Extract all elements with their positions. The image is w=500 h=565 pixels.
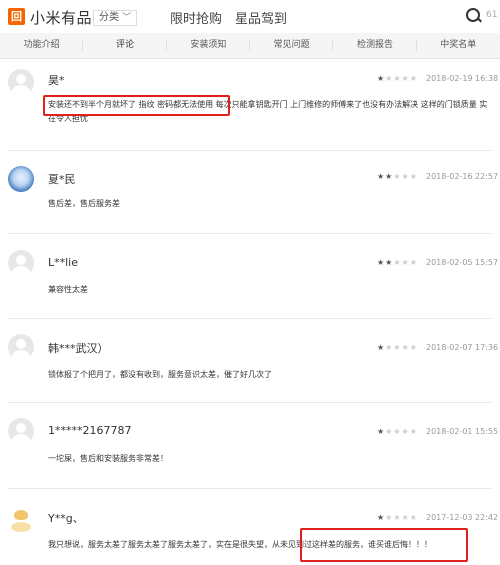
review-text: 兼容性太差 [48,285,88,294]
rating-stars: ★★★★★ [377,343,418,352]
tab-faq[interactable]: 常见问题 [250,33,334,58]
tab-bar: 功能介绍 评论 安装须知 常见问题 检测报告 中奖名单 [0,33,500,59]
search-icon[interactable] [466,8,480,22]
star-empty-icon: ★ [401,74,410,83]
avatar [8,506,34,532]
star-empty-icon: ★ [409,172,418,181]
highlight-box [43,95,230,116]
star-filled-icon: ★ [377,513,386,522]
review-username: Y**g、 [48,512,84,525]
star-empty-icon: ★ [401,258,410,267]
review-date: 2018-02-19 16:38 [426,74,499,83]
tab-reviews[interactable]: 评论 [83,33,167,58]
review-text: 锁体报了个把月了，都没有收到，服务意识太差，催了好几次了 [48,370,272,379]
tab-test-report[interactable]: 检测报告 [333,33,417,58]
review-date: 2017-12-03 22:42 [426,513,499,522]
rating-stars: ★★★★★ [377,172,418,181]
star-filled-icon: ★ [377,343,386,352]
rating-stars: ★★★★★ [377,513,418,522]
star-empty-icon: ★ [401,172,410,181]
avatar [8,334,34,360]
nav-featured[interactable]: 星品驾到 [235,8,287,27]
review-text: 一坨屎，售后和安装服务非常差！ [48,454,168,463]
review-date: 2018-02-05 15:57 [426,258,499,267]
divider [8,150,492,151]
chevron-down-icon: ﹀ [122,13,132,23]
star-filled-icon: ★ [377,258,386,267]
review-username: 夏*民 [48,173,76,186]
review-date: 2018-02-07 17:36 [426,343,499,352]
star-empty-icon: ★ [401,513,410,522]
rating-stars: ★★★★★ [377,427,418,436]
category-label: 分类 [99,12,119,23]
divider [8,488,492,489]
star-empty-icon: ★ [393,513,402,522]
star-filled-icon: ★ [377,74,386,83]
star-empty-icon: ★ [393,74,402,83]
review-date: 2018-02-01 15:55 [426,427,499,436]
star-filled-icon: ★ [377,172,386,181]
star-filled-icon: ★ [377,427,386,436]
divider [8,318,492,319]
nav-flash-sale[interactable]: 限时抢购 [170,8,222,27]
star-empty-icon: ★ [393,427,402,436]
brand-name[interactable]: 小米有品 [30,7,92,28]
category-dropdown[interactable]: 分类 ﹀ [93,10,138,26]
star-empty-icon: ★ [401,343,410,352]
top-bar: 回 小米有品 分类 ﹀ 限时抢购 星品驾到 61 [0,0,500,33]
review-username: L**lie [48,256,79,269]
highlight-box [300,528,468,562]
tab-features[interactable]: 功能介绍 [0,33,84,58]
review-date: 2018-02-16 22:57 [426,172,499,181]
rating-stars: ★★★★★ [377,74,418,83]
star-empty-icon: ★ [409,343,418,352]
tab-install-notes[interactable]: 安装须知 [167,33,251,58]
tab-winners[interactable]: 中奖名单 [417,33,500,58]
brand-logo-icon[interactable]: 回 [8,8,25,25]
star-empty-icon: ★ [393,258,402,267]
avatar [8,69,34,95]
review-username: 昊* [48,74,65,87]
divider [8,233,492,234]
review-username: 1*****2167787 [48,424,132,437]
star-empty-icon: ★ [409,258,418,267]
review-username: 韩***武汉） [48,342,109,355]
star-empty-icon: ★ [393,343,402,352]
rating-stars: ★★★★★ [377,258,418,267]
divider [8,402,492,403]
review-text: 售后差，售后服务差 [48,199,120,208]
search-count: 61 [486,10,498,20]
star-empty-icon: ★ [409,74,418,83]
star-empty-icon: ★ [409,513,418,522]
avatar [8,250,34,276]
avatar [8,166,34,192]
star-empty-icon: ★ [393,172,402,181]
star-empty-icon: ★ [409,427,418,436]
avatar [8,418,34,444]
star-empty-icon: ★ [401,427,410,436]
